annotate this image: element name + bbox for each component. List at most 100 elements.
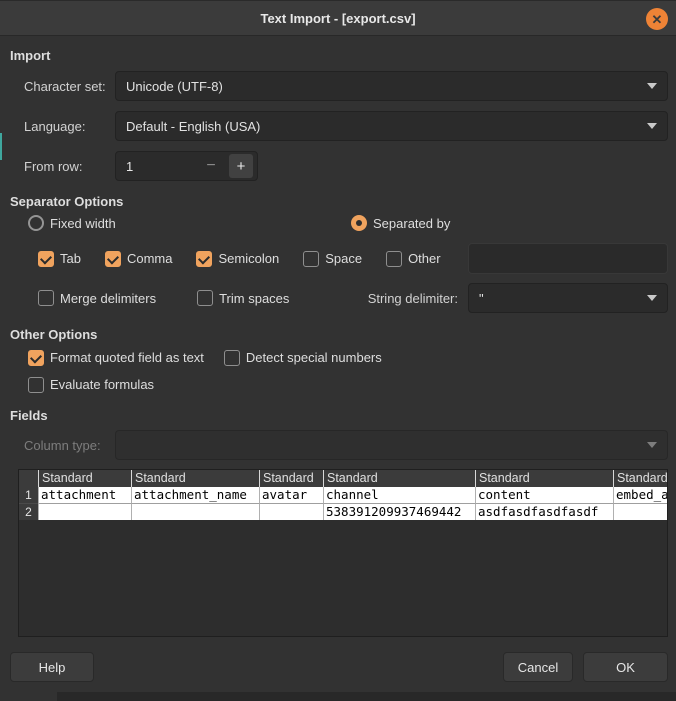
table-row[interactable]: 1 attachment attachment_name avatar chan… [19, 487, 667, 503]
separator-mode-row: Fixed width Separated by [0, 215, 668, 233]
evaluate-formulas-label: Evaluate formulas [50, 377, 154, 392]
other-options-row1: Format quoted field as text Detect speci… [28, 349, 668, 366]
column-type-row: Column type: [24, 430, 668, 460]
merge-delimiters-label: Merge delimiters [60, 291, 156, 306]
checkbox-trim-spaces[interactable]: Trim spaces [197, 290, 289, 306]
column-type-dropdown[interactable] [115, 430, 668, 460]
row-number: 1 [19, 487, 38, 503]
string-delimiter-value: " [479, 291, 484, 306]
checkbox-icon [28, 350, 44, 366]
checkbox-detect-special[interactable]: Detect special numbers [224, 350, 382, 366]
checkbox-icon [386, 251, 402, 267]
checkbox-icon [105, 251, 121, 267]
dialog-title: Text Import - [export.csv] [260, 11, 415, 26]
fields-section-title: Fields [10, 408, 676, 423]
help-button[interactable]: Help [10, 652, 94, 682]
table-cell [259, 503, 323, 520]
string-delimiter-dropdown[interactable]: " [468, 283, 668, 313]
checkbox-semicolon[interactable]: Semicolon [196, 251, 279, 267]
format-quoted-label: Format quoted field as text [50, 350, 204, 365]
checkbox-tab[interactable]: Tab [38, 251, 81, 267]
column-header[interactable]: Standard [259, 470, 323, 487]
from-row-value: 1 [126, 159, 133, 174]
space-label: Space [325, 251, 362, 266]
titlebar[interactable]: Text Import - [export.csv] ✕ [0, 0, 676, 36]
import-section-title: Import [10, 48, 676, 63]
row-number: 2 [19, 503, 38, 520]
checkbox-icon [303, 251, 319, 267]
plus-button[interactable]: + [229, 154, 253, 178]
button-row: Help Cancel OK [10, 652, 668, 682]
from-row-stepper[interactable]: 1 − + [115, 151, 258, 181]
checkbox-space[interactable]: Space [303, 251, 362, 267]
checkbox-icon [38, 290, 54, 306]
checkbox-icon [197, 290, 213, 306]
window-bottom-edge [57, 692, 676, 701]
fixed-width-label: Fixed width [50, 216, 116, 231]
table-cell: content [475, 487, 613, 503]
radio-icon [28, 215, 44, 231]
column-header[interactable]: Standard [475, 470, 613, 487]
close-button[interactable]: ✕ [646, 8, 668, 30]
charset-value: Unicode (UTF-8) [126, 79, 223, 94]
trim-spaces-label: Trim spaces [219, 291, 289, 306]
table-cell [131, 503, 259, 520]
corner-cell [19, 470, 38, 487]
language-row: Language: Default - English (USA) [24, 111, 668, 141]
table-cell: attachment_name [131, 487, 259, 503]
checkbox-icon [224, 350, 240, 366]
other-label: Other [408, 251, 441, 266]
language-label: Language: [24, 119, 115, 134]
charset-label: Character set: [24, 79, 115, 94]
table-cell: channel [323, 487, 475, 503]
column-header[interactable]: Standard [323, 470, 475, 487]
separator-section-title: Separator Options [10, 194, 676, 209]
column-header[interactable]: Standard [38, 470, 131, 487]
chevron-down-icon [647, 123, 657, 129]
chevron-down-icon [647, 83, 657, 89]
column-header[interactable]: Standard [131, 470, 259, 487]
delimiter-options-row: Merge delimiters Trim spaces String deli… [38, 283, 668, 313]
checkbox-icon [196, 251, 212, 267]
table-cell [38, 503, 131, 520]
charset-row: Character set: Unicode (UTF-8) [24, 71, 668, 101]
radio-fixed-width[interactable]: Fixed width [28, 215, 116, 231]
checkbox-comma[interactable]: Comma [105, 251, 173, 267]
column-type-label: Column type: [24, 438, 115, 453]
separated-by-label: Separated by [373, 216, 450, 231]
radio-separated-by[interactable]: Separated by [351, 215, 450, 231]
checkbox-evaluate-formulas[interactable]: Evaluate formulas [28, 377, 154, 393]
checkbox-other[interactable]: Other [386, 251, 441, 267]
from-row-label: From row: [24, 159, 115, 174]
table-cell [613, 503, 667, 520]
close-icon: ✕ [652, 13, 663, 26]
string-delimiter-label: String delimiter: [368, 291, 458, 306]
background-artifact [0, 133, 2, 160]
checkbox-icon [28, 377, 44, 393]
table-row[interactable]: 2 538391209937469442 asdfasdfasdfasdf [19, 503, 667, 519]
language-value: Default - English (USA) [126, 119, 260, 134]
chevron-down-icon [647, 295, 657, 301]
checkbox-icon [38, 251, 54, 267]
radio-icon [351, 215, 367, 231]
table-cell: embed_a [613, 487, 667, 503]
other-options-section-title: Other Options [10, 327, 676, 342]
checkbox-format-quoted[interactable]: Format quoted field as text [28, 350, 204, 366]
language-dropdown[interactable]: Default - English (USA) [115, 111, 668, 141]
detect-special-label: Detect special numbers [246, 350, 382, 365]
charset-dropdown[interactable]: Unicode (UTF-8) [115, 71, 668, 101]
column-header[interactable]: Standard [613, 470, 667, 487]
ok-button[interactable]: OK [583, 652, 668, 682]
text-import-dialog: Text Import - [export.csv] ✕ Import Char… [0, 0, 676, 701]
csv-preview-table[interactable]: Standard Standard Standard Standard Stan… [18, 469, 668, 637]
minus-button[interactable]: − [199, 157, 223, 175]
cancel-button[interactable]: Cancel [503, 652, 573, 682]
chevron-down-icon [647, 442, 657, 448]
other-separator-input[interactable] [468, 243, 668, 274]
other-options-row2: Evaluate formulas [28, 376, 668, 393]
table-cell: attachment [38, 487, 131, 503]
from-row-row: From row: 1 − + [24, 151, 668, 181]
tab-label: Tab [60, 251, 81, 266]
separator-checkbox-row: Tab Comma Semicolon Space Other [38, 243, 668, 274]
checkbox-merge-delimiters[interactable]: Merge delimiters [38, 290, 156, 306]
